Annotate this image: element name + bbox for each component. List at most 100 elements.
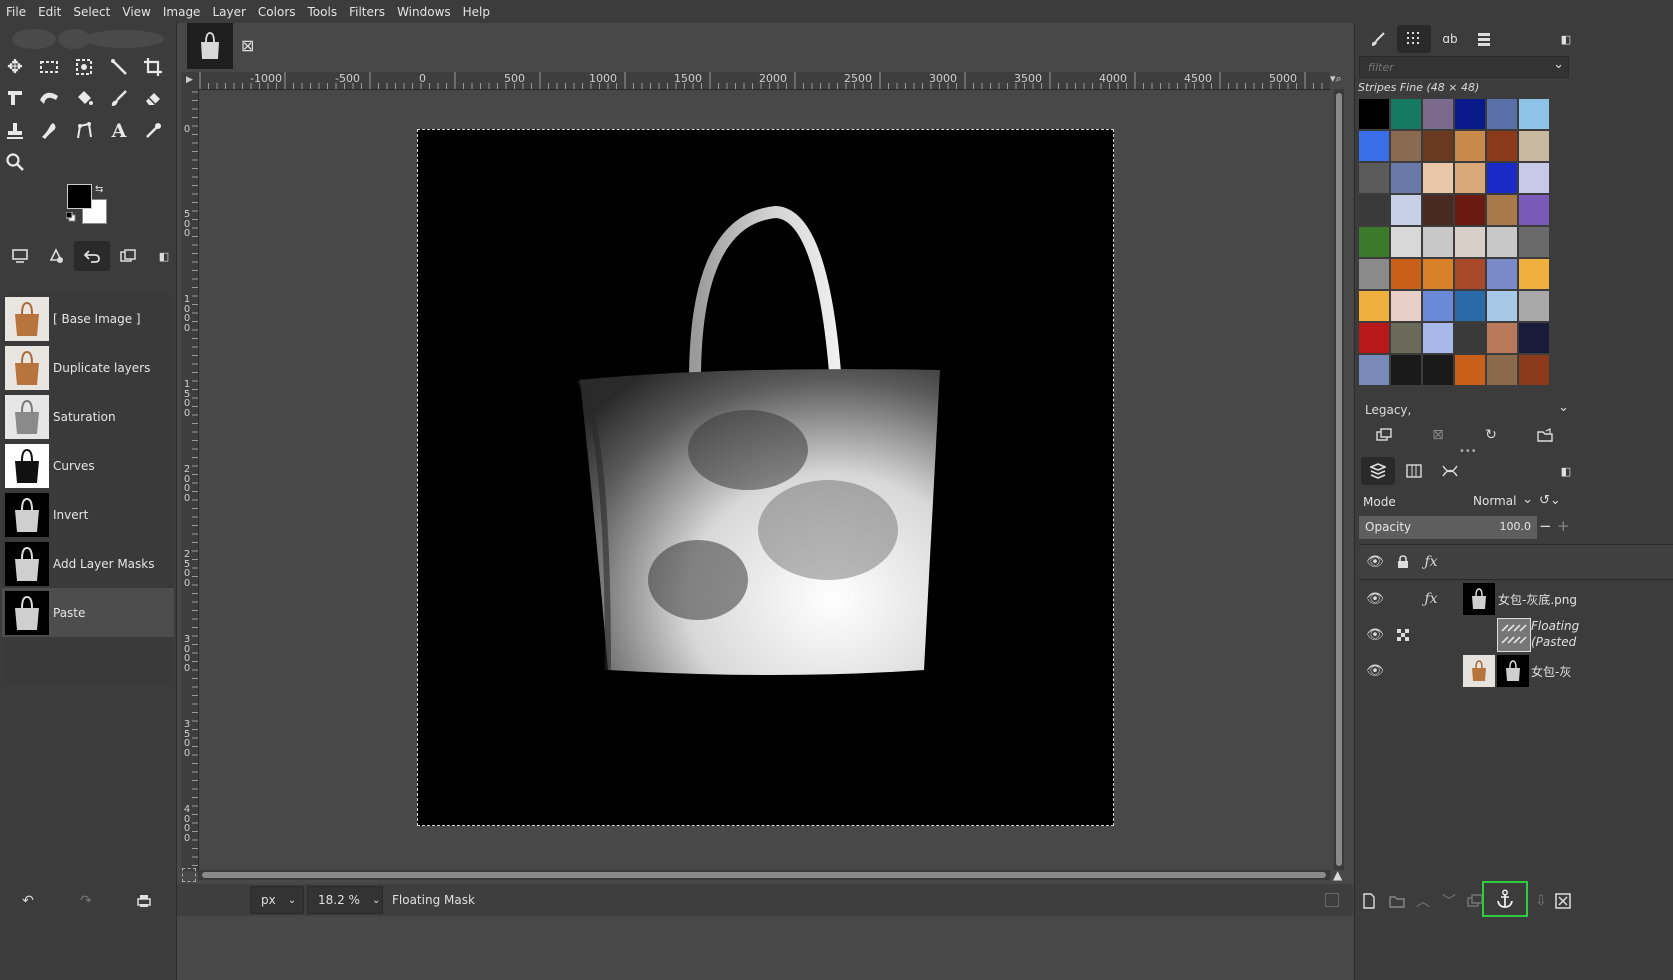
new-layer-icon[interactable]	[1357, 889, 1381, 913]
undo-icon[interactable]: ↶	[16, 889, 40, 913]
dock-menu-icon[interactable]: ◧	[1549, 25, 1583, 53]
pattern-swatch[interactable]	[1519, 227, 1549, 257]
undo-history-item[interactable]: [ Base Image ]	[2, 294, 174, 343]
pattern-swatch[interactable]	[1391, 99, 1421, 129]
pattern-swatch[interactable]	[1391, 355, 1421, 385]
menu-filters[interactable]: Filters	[343, 5, 391, 19]
eraser-tool-icon[interactable]	[138, 83, 168, 113]
duplicate-pattern-icon[interactable]	[1372, 423, 1396, 447]
anchor-layer-button[interactable]	[1482, 881, 1528, 917]
images-tab[interactable]	[110, 241, 146, 271]
horizontal-scrollbar-thumb[interactable]	[202, 872, 1326, 878]
vertical-scrollbar-thumb[interactable]	[1336, 93, 1342, 866]
pattern-swatch[interactable]	[1487, 99, 1517, 129]
image-canvas[interactable]	[417, 129, 1114, 826]
pattern-swatch[interactable]	[1391, 227, 1421, 257]
clear-history-icon[interactable]	[132, 889, 156, 913]
opacity-increase-icon[interactable]: +	[1557, 517, 1570, 535]
paintbrush-tool-icon[interactable]	[104, 83, 134, 113]
pattern-swatch[interactable]	[1487, 291, 1517, 321]
pattern-swatch[interactable]	[1423, 259, 1453, 289]
pattern-swatch[interactable]	[1423, 227, 1453, 257]
color-picker-tool-icon[interactable]	[138, 116, 168, 146]
undo-history-item[interactable]: Duplicate layers	[2, 343, 174, 392]
pattern-swatch[interactable]	[1423, 323, 1453, 353]
delete-pattern-icon[interactable]: ⊠	[1426, 423, 1450, 447]
pattern-swatch[interactable]	[1359, 355, 1389, 385]
unified-transform-tool-icon[interactable]	[0, 83, 30, 113]
bucket-fill-tool-icon[interactable]	[69, 83, 99, 113]
pattern-swatch[interactable]	[1487, 131, 1517, 161]
pattern-swatch[interactable]	[1455, 323, 1485, 353]
zoom-nav-icon[interactable]: ▾⌕	[1330, 72, 1350, 89]
text-tool-icon[interactable]: A	[104, 116, 134, 146]
paths-tool-icon[interactable]	[69, 116, 99, 146]
pattern-swatch[interactable]	[1455, 355, 1485, 385]
unit-select[interactable]: px ⌄	[250, 886, 304, 914]
pattern-swatch[interactable]	[1487, 195, 1517, 225]
pattern-swatch[interactable]	[1455, 163, 1485, 193]
pattern-swatch[interactable]	[1423, 291, 1453, 321]
dock-menu-icon[interactable]: ◧	[1549, 457, 1583, 485]
undo-history-item[interactable]: Saturation	[2, 392, 174, 441]
panel-separator-grip[interactable]: •••	[1459, 446, 1477, 457]
pattern-swatch[interactable]	[1359, 323, 1389, 353]
zoom-tool-icon[interactable]	[0, 147, 30, 177]
undo-history-item-selected[interactable]: Paste	[2, 588, 174, 637]
zoom-select[interactable]: 18.2 % ⌄	[307, 886, 383, 914]
magic-wand-tool-icon[interactable]	[104, 52, 134, 82]
quick-mask-toggle-icon[interactable]	[182, 868, 196, 882]
pattern-swatch[interactable]	[1391, 259, 1421, 289]
horizontal-scrollbar[interactable]	[198, 870, 1330, 880]
pattern-swatch[interactable]	[1359, 163, 1389, 193]
effects-fx-icon[interactable]: ƒx	[1419, 550, 1443, 574]
clone-tool-icon[interactable]	[0, 116, 30, 146]
menu-view[interactable]: View	[116, 5, 156, 19]
new-layer-group-icon[interactable]	[1385, 889, 1409, 913]
pattern-swatch[interactable]	[1487, 163, 1517, 193]
pattern-filter-field[interactable]: ⌄	[1359, 56, 1569, 78]
opacity-decrease-icon[interactable]: −	[1539, 517, 1552, 535]
brushes-tab-icon[interactable]	[1361, 25, 1395, 53]
pattern-swatch[interactable]	[1519, 355, 1549, 385]
pattern-swatch[interactable]	[1359, 99, 1389, 129]
menu-colors[interactable]: Colors	[252, 5, 302, 19]
pattern-swatch[interactable]	[1455, 227, 1485, 257]
menu-select[interactable]: Select	[67, 5, 116, 19]
undo-history-tab[interactable]	[74, 241, 110, 271]
pattern-swatch[interactable]	[1487, 227, 1517, 257]
menu-image[interactable]: Image	[157, 5, 207, 19]
layer-row-floating[interactable]: 👁 Floating (Pasted	[1355, 617, 1673, 653]
raise-layer-icon[interactable]: ︿	[1411, 889, 1435, 913]
pattern-swatch[interactable]	[1359, 131, 1389, 161]
layers-tab-icon[interactable]	[1361, 457, 1395, 485]
patterns-tab-icon[interactable]	[1397, 25, 1431, 53]
pattern-swatch[interactable]	[1519, 195, 1549, 225]
pattern-swatch[interactable]	[1519, 163, 1549, 193]
merge-down-icon[interactable]: ⇩	[1529, 889, 1553, 913]
undo-history-item[interactable]: Curves	[2, 441, 174, 490]
pattern-filter-input[interactable]	[1366, 60, 1540, 75]
rect-select-tool-icon[interactable]	[34, 52, 64, 82]
undo-history-item[interactable]: Invert	[2, 490, 174, 539]
device-status-tab[interactable]	[38, 241, 74, 271]
pattern-swatch[interactable]	[1391, 163, 1421, 193]
fuzzy-select-tool-icon[interactable]	[69, 52, 99, 82]
open-pattern-icon[interactable]	[1533, 423, 1557, 447]
pattern-swatch[interactable]	[1359, 291, 1389, 321]
lower-layer-icon[interactable]: ﹀	[1437, 889, 1461, 913]
visibility-eye-icon[interactable]: 👁	[1363, 659, 1387, 683]
pattern-swatch[interactable]	[1423, 163, 1453, 193]
refresh-patterns-icon[interactable]: ↻	[1479, 423, 1503, 447]
pattern-swatch[interactable]	[1359, 195, 1389, 225]
layer-row[interactable]: 👁 女包-灰	[1355, 653, 1673, 689]
warp-transform-tool-icon[interactable]	[34, 83, 64, 113]
vertical-scrollbar[interactable]	[1334, 89, 1344, 870]
paths-tab-icon[interactable]	[1433, 457, 1467, 485]
image-tab[interactable]: ⊠	[187, 23, 265, 69]
pattern-swatch[interactable]	[1391, 323, 1421, 353]
channels-tab-icon[interactable]	[1397, 457, 1431, 485]
pattern-swatch[interactable]	[1391, 131, 1421, 161]
fonts-tab-icon[interactable]: ɑb	[1433, 25, 1467, 53]
lock-icon[interactable]	[1391, 550, 1415, 574]
